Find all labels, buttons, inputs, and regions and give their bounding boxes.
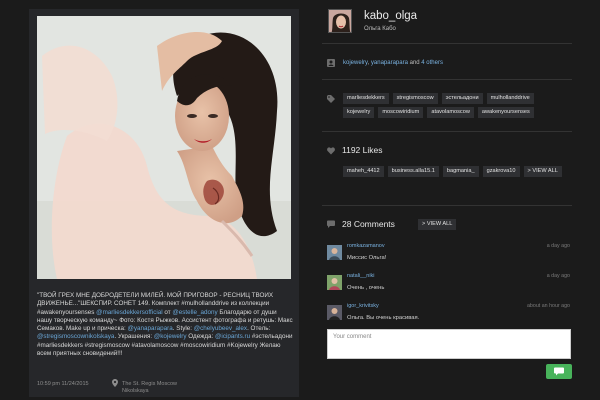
caption-mention-link[interactable]: @chelyubeev_alex — [194, 325, 247, 332]
likers-list: maheh_4412 business.alla15.1 bagmania_ g… — [343, 166, 563, 177]
caption-text: от — [162, 308, 173, 316]
liker-chip[interactable]: maheh_4412 — [343, 166, 384, 177]
likes-view-all-button[interactable]: > VIEW ALL — [523, 166, 562, 177]
caption-text: #mulhollanddrive — [181, 300, 229, 308]
post-caption: "ТВОЙ ГРЕХ МНЕ ДОБРОДЕТЕЛИ МИЛЕЙ. МОЙ ПР… — [37, 292, 293, 358]
tagged-user-link[interactable]: yanaparapara — [371, 60, 408, 66]
post-date: 10:59 pm 11/24/2015 — [37, 381, 89, 387]
post-photo[interactable] — [37, 16, 291, 279]
liker-chip[interactable]: gzakrova10 — [482, 166, 520, 177]
commenter-avatar-image — [327, 245, 342, 260]
caption-text: из коллекции — [228, 300, 270, 308]
hashtag-chip[interactable]: mulhollanddrive — [486, 93, 534, 104]
commenter-avatar-image — [327, 275, 342, 290]
comment-item: romkazamanov Миссис Ольга! a day ago — [327, 242, 572, 266]
hashtag-chip[interactable]: awakenyoursenses — [477, 107, 534, 118]
comment-text: Очень , очень — [347, 285, 385, 291]
send-comment-button[interactable] — [546, 364, 572, 379]
hashtag-chip[interactable]: kojewelry — [343, 107, 375, 118]
tagged-user-icon — [327, 59, 335, 67]
comment-input[interactable]: Your comment — [327, 329, 571, 359]
avatar-image — [329, 10, 351, 32]
hashtag-chip[interactable]: marliesdekkers — [343, 93, 389, 104]
caption-mention-link[interactable]: @stregismoscownikolskaya — [37, 333, 114, 340]
liker-chip[interactable]: business.alla15.1 — [387, 166, 439, 177]
post-photo-image — [37, 16, 291, 279]
divider — [322, 79, 572, 80]
comment-item: igor_krivitsky Ольга. Вы очень красивая.… — [327, 302, 572, 326]
commenter-avatar[interactable] — [327, 245, 342, 260]
tagged-others-link[interactable]: 4 others — [421, 60, 443, 66]
comment-text: Миссис Ольга! — [347, 255, 387, 261]
commenter-username[interactable]: igor_krivitsky — [347, 303, 379, 309]
divider — [322, 43, 572, 44]
comment-bubble-icon — [327, 220, 335, 228]
post-location[interactable]: The St. Regis Moscow Nikolskaya — [122, 381, 202, 395]
caption-text: Одежда: — [186, 333, 216, 341]
tagged-and-text: and — [407, 60, 422, 66]
comment-text: Ольга. Вы очень красивая. — [347, 315, 420, 321]
hashtag-chip[interactable]: эстельадони — [441, 93, 483, 104]
hashtag-list: marliesdekkers stregismoscow эстельадони… — [343, 93, 563, 118]
divider — [322, 205, 572, 206]
divider — [322, 131, 572, 132]
hashtag-chip[interactable]: moscowiridium — [378, 107, 424, 118]
caption-mention-link[interactable]: @icipants.ru — [215, 333, 250, 340]
comments-count: 28 Comments — [342, 219, 395, 229]
comment-time: about an hour ago — [526, 303, 570, 309]
caption-text: #awakenyoursenses — [37, 308, 95, 316]
liker-chip[interactable]: bagmania_ — [442, 166, 479, 177]
tagged-user-link[interactable]: kojewelry — [343, 60, 368, 66]
caption-text: . Отель: — [247, 325, 271, 332]
tag-icon — [327, 95, 335, 103]
location-pin-icon — [112, 379, 118, 387]
comment-time: a day ago — [546, 273, 570, 279]
comments-view-all-button[interactable]: > VIEW ALL — [418, 219, 457, 230]
likes-count: 1192 Likes — [342, 145, 383, 155]
caption-mention-link[interactable]: @yanaparapara — [127, 325, 172, 332]
comment-item: natali__niki Очень , очень a day ago — [327, 272, 572, 296]
caption-text: . Украшения: — [114, 333, 154, 341]
tagged-users-line: kojewelry, yanaparapara and 4 others — [343, 60, 443, 66]
comment-time: a day ago — [546, 243, 570, 249]
caption-mention-link[interactable]: @marliesdekkersofficial — [96, 309, 162, 316]
profile-full-name: Ольга Кабо — [364, 26, 396, 32]
commenter-username[interactable]: romkazamanov — [347, 243, 385, 249]
caption-mention-link[interactable]: @kojewelry — [154, 333, 187, 340]
heart-icon — [327, 147, 335, 155]
send-chat-icon — [554, 367, 564, 376]
post-meta: 10:59 pm 11/24/2015 The St. Regis Moscow… — [37, 378, 293, 398]
caption-text: . Style: — [172, 325, 194, 332]
profile-avatar[interactable] — [328, 9, 352, 33]
hashtag-chip[interactable]: stregismoscow — [392, 93, 438, 104]
profile-username[interactable]: kabo_olga — [364, 10, 417, 22]
commenter-avatar[interactable] — [327, 275, 342, 290]
commenter-avatar[interactable] — [327, 305, 342, 320]
commenter-username[interactable]: natali__niki — [347, 273, 375, 279]
hashtag-chip[interactable]: atavolamoscow — [427, 107, 474, 118]
caption-mention-link[interactable]: @estelle_adony — [172, 309, 217, 316]
commenter-avatar-image — [327, 305, 342, 320]
post-card: "ТВОЙ ГРЕХ МНЕ ДОБРОДЕТЕЛИ МИЛЕЙ. МОЙ ПР… — [29, 9, 299, 397]
